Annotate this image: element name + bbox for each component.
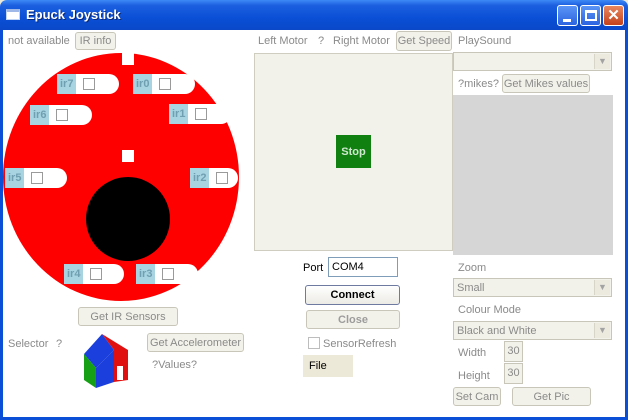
ir7-label: ir7 xyxy=(57,74,77,94)
get-speed-button[interactable]: Get Speed xyxy=(396,31,452,51)
play-sound-label: PlaySound xyxy=(458,35,512,47)
get-ir-sensors-button[interactable]: Get IR Sensors xyxy=(78,307,178,326)
chevron-down-icon: ▼ xyxy=(594,54,610,69)
ir3-checkbox[interactable] xyxy=(162,268,174,280)
ir2-label: ir2 xyxy=(190,168,210,188)
center-marker xyxy=(122,150,134,162)
get-pic-button[interactable]: Get Pic xyxy=(512,387,591,406)
ir1-sensor: ir1 xyxy=(169,104,231,124)
ir4-checkbox[interactable] xyxy=(90,268,102,280)
camera-image xyxy=(453,95,613,255)
chevron-down-icon: ▼ xyxy=(594,280,610,295)
get-accelerometer-button[interactable]: Get Accelerometer xyxy=(147,333,244,352)
colour-mode-value: Black and White xyxy=(457,324,537,337)
selector-cube-icon xyxy=(84,334,128,388)
ir2-checkbox[interactable] xyxy=(216,172,228,184)
ir3-sensor: ir3 xyxy=(136,264,198,284)
file-menu[interactable]: File xyxy=(303,355,353,377)
left-motor-label: Left Motor xyxy=(258,35,308,47)
right-motor-label: Right Motor xyxy=(333,35,390,47)
ir6-sensor: ir6 xyxy=(30,105,92,125)
ir0-checkbox[interactable] xyxy=(159,78,171,90)
height-label: Height xyxy=(458,370,490,382)
ir5-sensor: ir5 xyxy=(5,168,67,188)
minimize-icon xyxy=(563,19,571,22)
zoom-select[interactable]: Small ▼ xyxy=(453,278,612,297)
robot-center xyxy=(86,177,170,261)
window-title: Epuck Joystick xyxy=(26,7,121,22)
ir0-sensor: ir0 xyxy=(133,74,195,94)
ir0-label: ir0 xyxy=(133,74,153,94)
chevron-down-icon: ▼ xyxy=(594,323,610,338)
ir3-label: ir3 xyxy=(136,264,156,284)
close-icon: ✕ xyxy=(607,7,620,24)
close-button[interactable]: ✕ xyxy=(603,5,624,26)
maximize-icon xyxy=(585,10,597,21)
ir4-label: ir4 xyxy=(64,264,84,284)
stop-button[interactable]: Stop xyxy=(336,135,371,168)
selector-label: Selector xyxy=(8,338,49,350)
minimize-button[interactable] xyxy=(557,5,578,26)
ir-info-button[interactable]: IR info xyxy=(75,32,116,50)
title-bar[interactable]: Epuck Joystick ✕ xyxy=(0,0,628,30)
ir5-checkbox[interactable] xyxy=(31,172,43,184)
height-input[interactable]: 30 xyxy=(504,363,523,384)
ir1-label: ir1 xyxy=(169,104,189,124)
sensor-refresh-checkbox[interactable] xyxy=(308,337,320,349)
close-connection-button[interactable]: Close xyxy=(306,310,400,329)
front-marker xyxy=(122,53,134,65)
ir6-checkbox[interactable] xyxy=(56,109,68,121)
maximize-button[interactable] xyxy=(580,5,601,26)
width-input[interactable]: 30 xyxy=(504,341,523,362)
accelerometer-values: ?Values? xyxy=(152,359,198,371)
ir2-sensor: ir2 xyxy=(190,168,238,188)
motor-value: ? xyxy=(318,35,325,47)
port-input[interactable]: COM4 xyxy=(328,257,398,277)
colour-mode-label: Colour Mode xyxy=(458,304,521,316)
ir1-checkbox[interactable] xyxy=(195,108,207,120)
port-label: Port xyxy=(303,262,324,274)
selector-value: ? xyxy=(56,338,63,350)
ir7-checkbox[interactable] xyxy=(83,78,95,90)
zoom-label: Zoom xyxy=(458,262,487,274)
mikes-label: ?mikes? xyxy=(458,78,499,90)
sensor-refresh-label: SensorRefresh xyxy=(323,338,397,350)
colour-mode-select[interactable]: Black and White ▼ xyxy=(453,321,612,340)
ir6-label: ir6 xyxy=(30,105,50,125)
ir7-sensor: ir7 xyxy=(57,74,119,94)
ir-status-label: not available xyxy=(8,35,70,47)
connect-button[interactable]: Connect xyxy=(305,285,400,305)
zoom-value: Small xyxy=(457,281,485,294)
ir5-label: ir5 xyxy=(5,168,25,188)
set-cam-button[interactable]: Set Cam xyxy=(453,387,501,406)
play-sound-select[interactable]: ▼ xyxy=(453,52,612,71)
width-label: Width xyxy=(458,347,487,359)
window-icon xyxy=(6,9,20,20)
ir4-sensor: ir4 xyxy=(64,264,124,284)
get-mikes-values-button[interactable]: Get Mikes values xyxy=(502,74,590,93)
